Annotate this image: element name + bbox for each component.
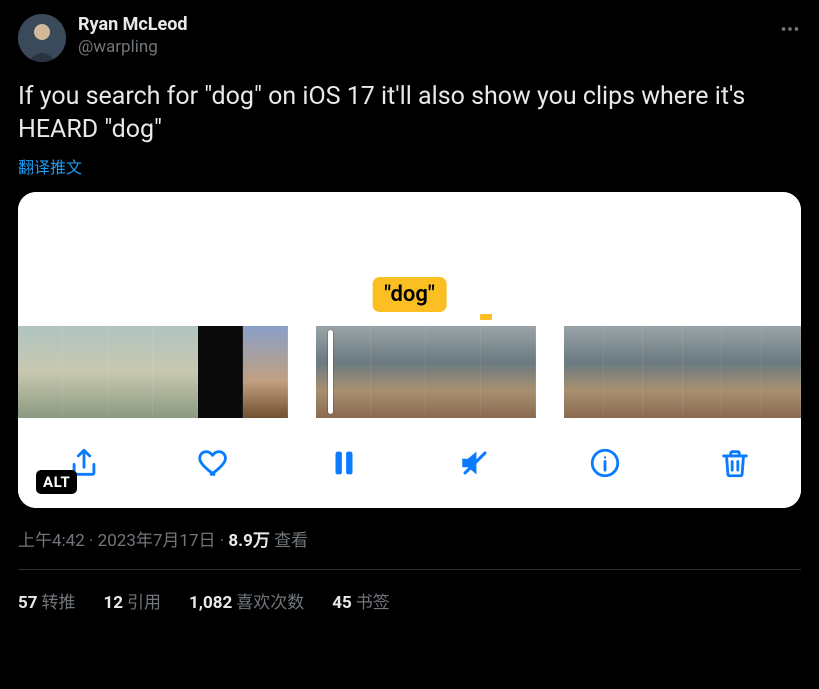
handle[interactable]: @warpling: [78, 36, 188, 58]
tweet-time[interactable]: 上午4:42: [18, 531, 85, 551]
timeline-frame: [564, 326, 604, 418]
tweet-header: Ryan McLeod @warpling: [18, 14, 801, 62]
timeline-frame: [371, 326, 426, 418]
author-block: Ryan McLeod @warpling: [78, 14, 188, 58]
timeline-frame: [604, 326, 644, 418]
tweet-date[interactable]: 2023年7月17日: [98, 531, 216, 551]
timeline-frame: [18, 326, 63, 418]
info-icon[interactable]: [583, 441, 627, 485]
timeline-frame: [426, 326, 481, 418]
more-icon[interactable]: [779, 18, 801, 44]
timeline-frame: [63, 326, 108, 418]
translate-link[interactable]: 翻译推文: [18, 154, 82, 178]
timeline-frame: [108, 326, 153, 418]
clip-group-3[interactable]: [564, 326, 801, 418]
pause-icon[interactable]: [322, 441, 366, 485]
video-timeline[interactable]: [18, 326, 801, 418]
timeline-frame: [243, 326, 288, 418]
likes-stat[interactable]: 1,082喜欢次数: [189, 588, 304, 613]
timeline-frame: [481, 326, 536, 418]
clip-group-1[interactable]: [18, 326, 288, 418]
search-term-badge: "dog": [372, 277, 447, 312]
views-label: 查看: [270, 531, 308, 551]
playhead[interactable]: [328, 330, 333, 414]
bookmarks-stat[interactable]: 45书签: [332, 588, 390, 613]
timeline-frame: [198, 326, 243, 418]
avatar[interactable]: [18, 14, 66, 62]
tweet-stats: 57转推 12引用 1,082喜欢次数 45书签: [18, 570, 801, 613]
timeline-frame: [762, 326, 802, 418]
media-search-area: "dog": [18, 192, 801, 326]
trash-icon[interactable]: [713, 441, 757, 485]
heart-icon[interactable]: [192, 441, 236, 485]
tweet-meta: 上午4:42 · 2023年7月17日 · 8.9万 查看: [18, 526, 801, 551]
clip-group-2[interactable]: [316, 326, 536, 418]
timeline-frame: [316, 326, 371, 418]
display-name[interactable]: Ryan McLeod: [78, 14, 188, 36]
search-match-tick: [480, 314, 492, 320]
media-toolbar: [18, 418, 801, 508]
mute-icon[interactable]: [453, 441, 497, 485]
timeline-frame: [643, 326, 683, 418]
quotes-stat[interactable]: 12引用: [104, 588, 162, 613]
timeline-frame: [722, 326, 762, 418]
alt-badge[interactable]: ALT: [36, 470, 77, 494]
media-card[interactable]: "dog": [18, 192, 801, 508]
timeline-frame: [153, 326, 198, 418]
tweet-container: Ryan McLeod @warpling If you search for …: [0, 0, 819, 613]
views-count: 8.9万: [228, 531, 269, 551]
timeline-frame: [683, 326, 723, 418]
tweet-text: If you search for "dog" on iOS 17 it'll …: [18, 80, 801, 146]
retweets-stat[interactable]: 57转推: [18, 588, 76, 613]
